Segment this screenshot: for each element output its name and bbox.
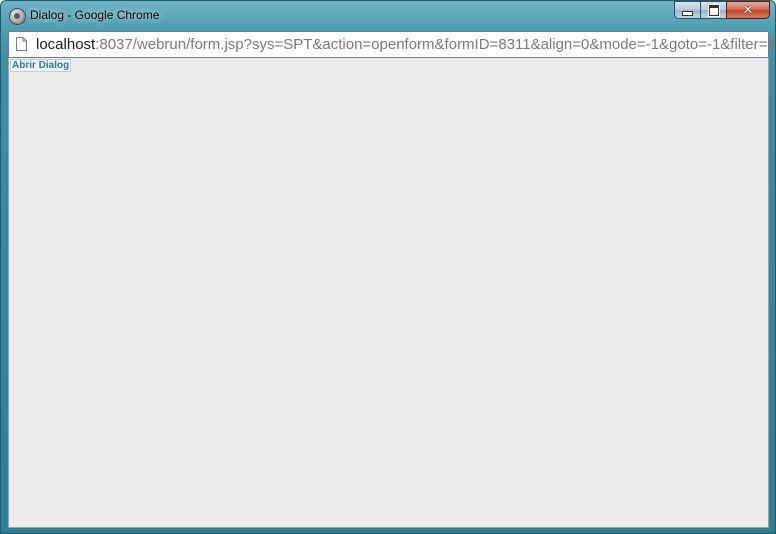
chrome-icon[interactable]: [9, 8, 26, 25]
page-icon: [16, 37, 27, 51]
open-dialog-link[interactable]: Abrir Dialog: [10, 59, 72, 72]
browser-window: Dialog - Google Chrome ✕ localhost:8037/…: [0, 0, 776, 534]
minimize-icon: [682, 10, 693, 16]
address-bar[interactable]: localhost:8037/webrun/form.jsp?sys=SPT&a…: [8, 31, 775, 58]
window-controls: ✕: [674, 1, 770, 21]
minimize-button[interactable]: [674, 1, 700, 19]
window-title: Dialog - Google Chrome: [30, 8, 160, 22]
close-button[interactable]: ✕: [726, 1, 770, 19]
close-icon: ✕: [742, 2, 754, 18]
maximize-icon: [708, 4, 719, 16]
maximize-button[interactable]: [700, 1, 726, 19]
url-text[interactable]: localhost:8037/webrun/form.jsp?sys=SPT&a…: [36, 36, 775, 54]
url-path: :8037/webrun/form.jsp?sys=SPT&action=ope…: [95, 36, 775, 53]
page-content: Abrir Dialog: [8, 58, 769, 528]
title-bar[interactable]: Dialog - Google Chrome ✕: [1, 1, 775, 31]
url-host: localhost: [36, 36, 96, 53]
